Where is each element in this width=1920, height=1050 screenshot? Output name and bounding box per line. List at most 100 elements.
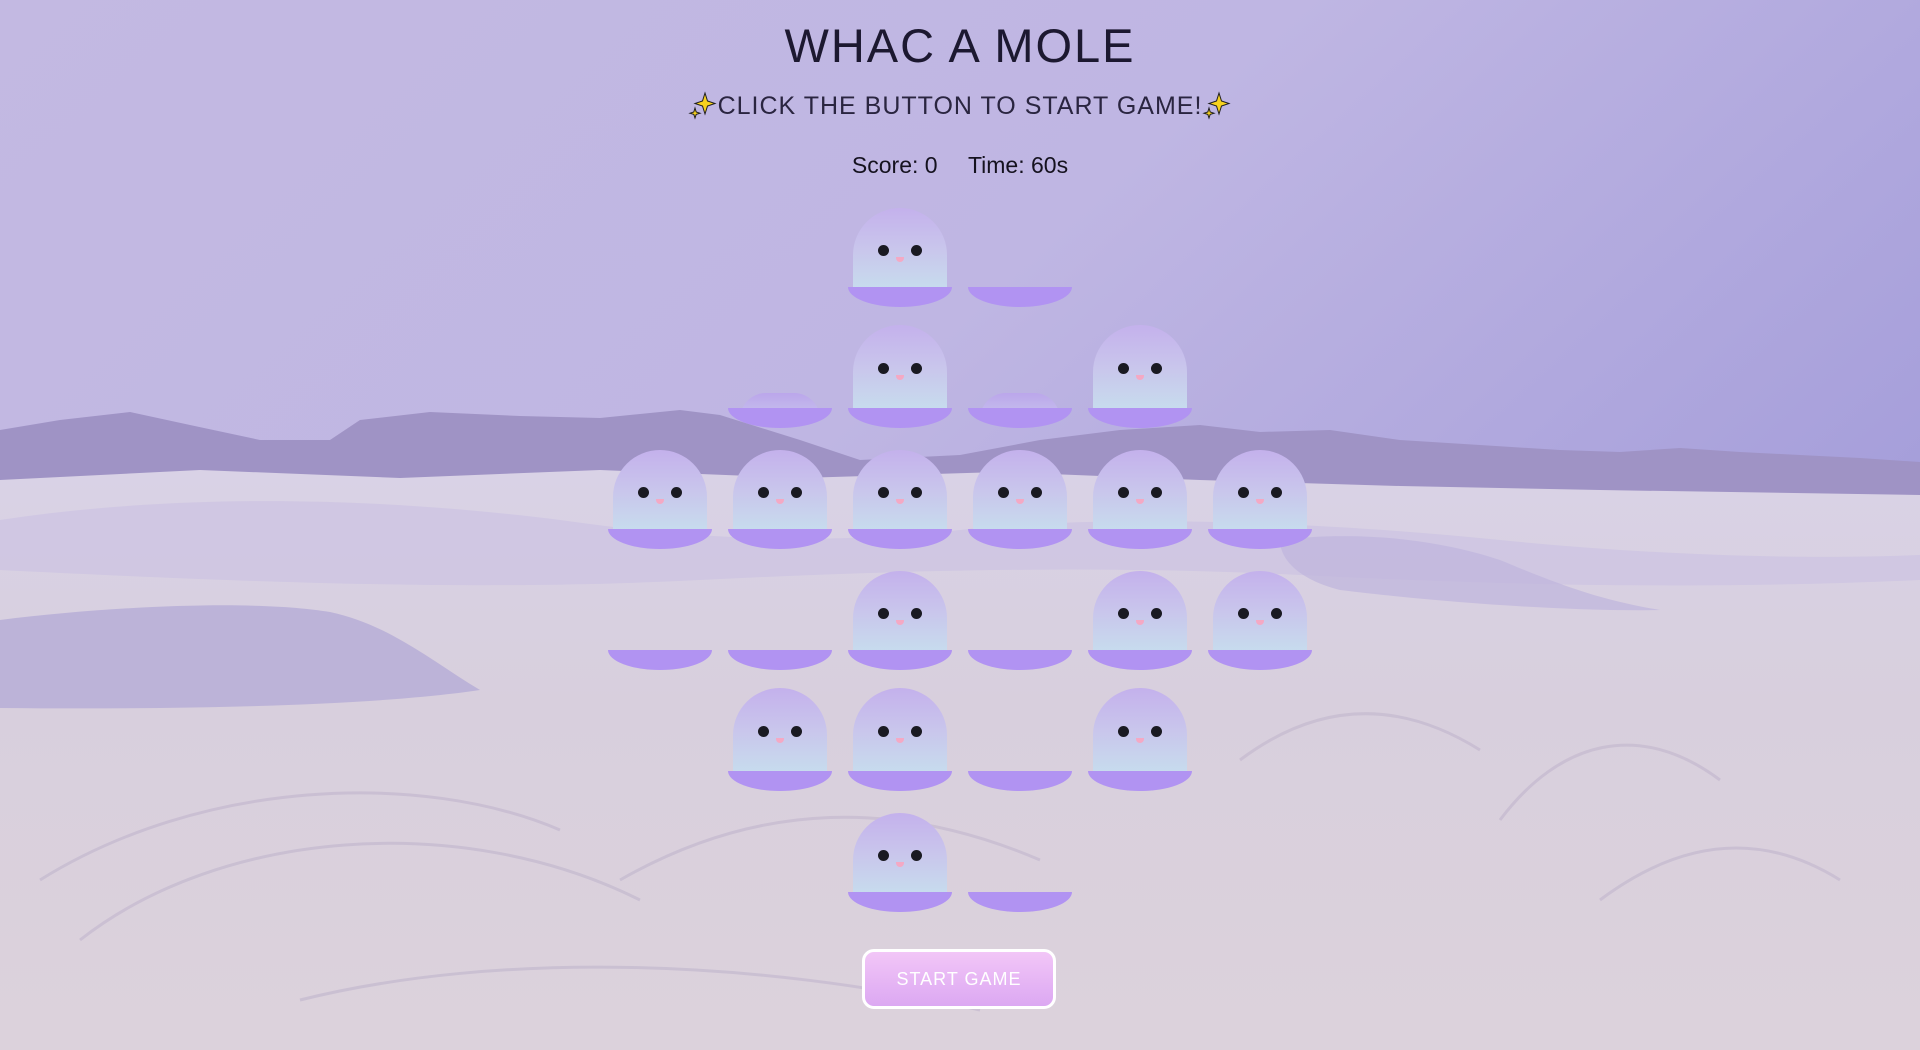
mole-hole-2-3[interactable]	[960, 442, 1080, 562]
hole	[1208, 529, 1312, 549]
mole-nose	[1256, 620, 1264, 625]
mole-eye	[878, 726, 889, 737]
hole	[1088, 408, 1192, 428]
mole-eye	[878, 245, 889, 256]
sparkle-icon	[1202, 91, 1231, 120]
mole-hole-2-5[interactable]	[1200, 442, 1320, 562]
mole-eye	[911, 726, 922, 737]
hole	[968, 529, 1072, 549]
timer-display: Time: 60s	[967, 152, 1069, 178]
hole	[848, 650, 952, 670]
score-display: Score: 0	[851, 152, 938, 178]
score-bar: Score: 0 Time: 60s	[0, 152, 1920, 179]
mole-nose	[1136, 499, 1144, 504]
hole	[728, 529, 832, 549]
mole-eye	[911, 363, 922, 374]
mole-nose	[1016, 499, 1024, 504]
mole-eye	[911, 608, 922, 619]
hole	[1208, 650, 1312, 670]
mole-hole-4-2[interactable]	[840, 684, 960, 804]
mole-eye	[791, 726, 802, 737]
mole-eye	[1271, 608, 1282, 619]
hole	[848, 771, 952, 791]
mole-hole-1-2[interactable]	[840, 321, 960, 441]
mole-nose	[776, 738, 784, 743]
mole-hole-2-1[interactable]	[720, 442, 840, 562]
mole-hole-3-2[interactable]	[840, 563, 960, 683]
mole-hole-5-2[interactable]	[840, 805, 960, 925]
mole-eye	[1118, 726, 1129, 737]
hole	[968, 287, 1072, 307]
mole-hole-3-3[interactable]	[960, 563, 1080, 683]
mole-eye	[671, 487, 682, 498]
mole-eye	[1271, 487, 1282, 498]
hole	[968, 892, 1072, 912]
mole-nose	[896, 738, 904, 743]
mole-hole-4-1[interactable]	[720, 684, 840, 804]
hole	[848, 287, 952, 307]
mole-eye	[758, 726, 769, 737]
hole	[608, 529, 712, 549]
mole-hole-2-0[interactable]	[600, 442, 720, 562]
mole-hole-0-2[interactable]	[840, 200, 960, 320]
mole-eye	[998, 487, 1009, 498]
mole-eye	[1151, 487, 1162, 498]
game-title: WHAC A MOLE	[784, 19, 1136, 72]
mole-eye	[1118, 608, 1129, 619]
mole-hole-5-3[interactable]	[960, 805, 1080, 925]
mole-eye	[791, 487, 802, 498]
mole-hole-3-5[interactable]	[1200, 563, 1320, 683]
mole-eye	[1238, 608, 1249, 619]
mole-nose	[1136, 375, 1144, 380]
mole-hole-2-4[interactable]	[1080, 442, 1200, 562]
mole-eye	[1151, 363, 1162, 374]
mole[interactable]	[853, 688, 947, 784]
mole-eye	[638, 487, 649, 498]
sparkle-icon	[687, 91, 717, 120]
mole-eye	[878, 850, 889, 861]
mole-eye	[1118, 487, 1129, 498]
mole-hole-2-2[interactable]	[840, 442, 960, 562]
mole-nose	[1136, 620, 1144, 625]
mole-eye	[911, 850, 922, 861]
instruction-text: CLICK THE BUTTON TO START GAME!	[0, 90, 1920, 121]
mole-nose	[1136, 738, 1144, 743]
hole	[1088, 650, 1192, 670]
hole	[728, 650, 832, 670]
mole-hole-0-3[interactable]	[960, 200, 1080, 320]
hole	[608, 650, 712, 670]
hole	[728, 771, 832, 791]
mole-hole-4-4[interactable]	[1080, 684, 1200, 804]
game-screen: WHAC A MOLE CLICK THE BUTTON TO START GA…	[0, 0, 1920, 1050]
hole	[848, 892, 952, 912]
hole	[1088, 771, 1192, 791]
mole[interactable]	[733, 688, 827, 784]
mole-grid	[600, 200, 1320, 925]
mole-hole-1-1[interactable]	[720, 321, 840, 441]
mole-nose	[656, 499, 664, 504]
mole-hole-3-4[interactable]	[1080, 563, 1200, 683]
mole-nose	[896, 862, 904, 867]
mole-hole-1-4[interactable]	[1080, 321, 1200, 441]
mole[interactable]	[1093, 688, 1187, 784]
mole[interactable]	[853, 325, 947, 421]
start-game-button[interactable]: START GAME	[862, 949, 1056, 1009]
mole-nose	[1256, 499, 1264, 504]
mole-nose	[896, 499, 904, 504]
hole	[968, 771, 1072, 791]
mole-hole-3-0[interactable]	[600, 563, 720, 683]
mole-nose	[776, 499, 784, 504]
mole-eye	[1151, 726, 1162, 737]
mole-hole-4-3[interactable]	[960, 684, 1080, 804]
mole-eye	[1151, 608, 1162, 619]
mole-eye	[878, 608, 889, 619]
mole[interactable]	[1093, 325, 1187, 421]
mole-hole-3-1[interactable]	[720, 563, 840, 683]
mole-eye	[1238, 487, 1249, 498]
mole-hole-1-3[interactable]	[960, 321, 1080, 441]
mole-eye	[911, 487, 922, 498]
mole-nose	[896, 375, 904, 380]
mole-eye	[878, 363, 889, 374]
mole-nose	[896, 257, 904, 262]
hole	[848, 529, 952, 549]
